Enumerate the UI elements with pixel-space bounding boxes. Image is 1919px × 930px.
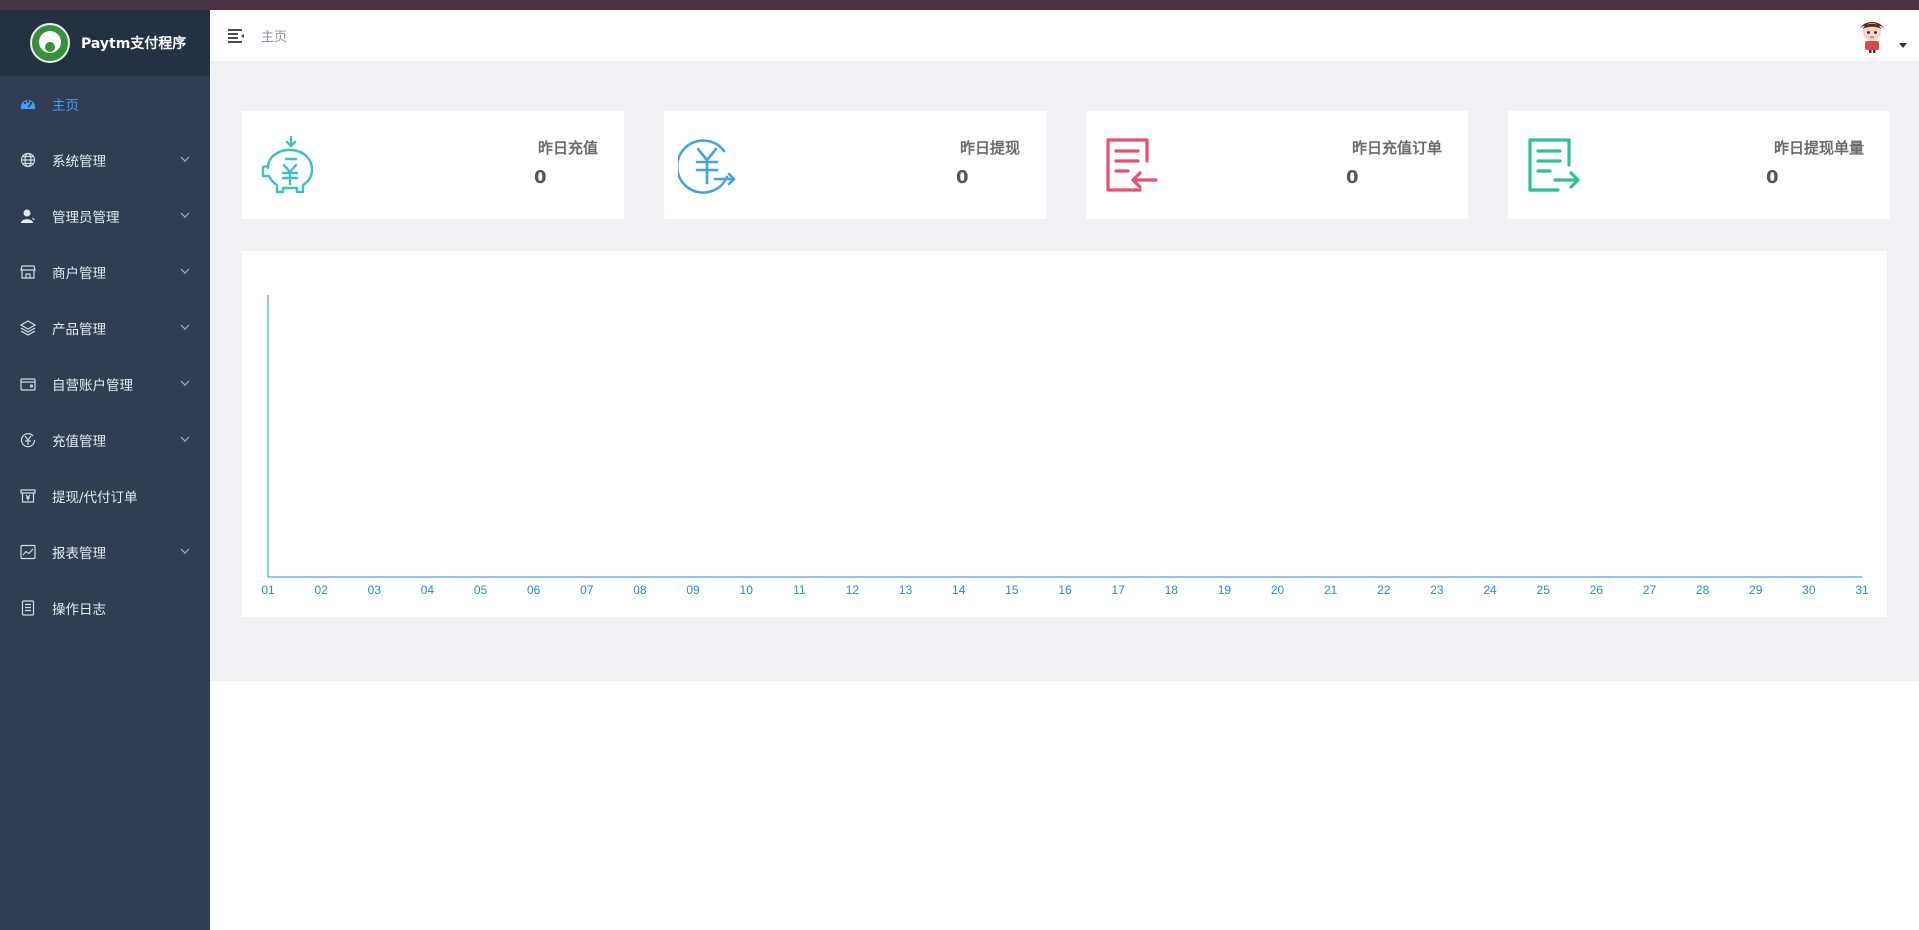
dashboard-icon	[20, 96, 36, 112]
order-in-icon	[1100, 135, 1160, 195]
x-tick-label: 26	[1590, 583, 1604, 597]
sidebar-item-recharge[interactable]: 充值管理	[0, 412, 210, 468]
stat-value: 0	[534, 167, 547, 188]
x-tick-label: 17	[1111, 583, 1125, 597]
sidebar: Paytm支付程序 主页 系统管理 管理员管理 商户管理 产品管理 自营账户管理…	[0, 10, 210, 930]
sidebar-item-label: 管理员管理	[52, 210, 120, 226]
x-tick-label: 11	[793, 583, 806, 597]
x-tick-label: 20	[1271, 583, 1285, 597]
stat-card-yesterday-withdraw-count: 昨日提现单量 0	[1508, 111, 1890, 219]
breadcrumb[interactable]: 主页	[261, 26, 287, 45]
sidebar-item-self-accounts[interactable]: 自营账户管理	[0, 356, 210, 412]
x-tick-label: 19	[1218, 583, 1232, 597]
caret-down-icon[interactable]	[1899, 43, 1907, 49]
stat-value: 0	[956, 167, 969, 188]
x-tick-label: 12	[846, 583, 860, 597]
chevron-down-icon	[180, 324, 190, 330]
stat-card-yesterday-recharge: 昨日充值 0	[242, 111, 624, 219]
x-tick-label: 10	[740, 583, 754, 597]
log-icon	[20, 600, 36, 616]
chart-canvas: 01 02 03 04 05 06 07 08 09 10 11 12 13 14 15 16 17 18 19 20…	[261, 295, 1869, 597]
x-tick-label: 27	[1643, 583, 1657, 597]
sidebar-item-label: 提现/代付订单	[52, 490, 138, 506]
x-tick-label: 28	[1696, 583, 1710, 597]
x-tick-label: 30	[1802, 583, 1816, 597]
store-icon	[20, 264, 36, 280]
sidebar-item-label: 充值管理	[52, 434, 106, 450]
layers-icon	[20, 320, 36, 336]
x-tick-label: 23	[1430, 583, 1444, 597]
paytm-logo-icon	[30, 23, 70, 63]
sidebar-item-home[interactable]: 主页	[0, 76, 210, 132]
user-avatar-icon[interactable]	[1855, 17, 1889, 53]
order-out-icon	[1522, 135, 1582, 195]
x-tick-label: 06	[527, 583, 541, 597]
top-header: 主页	[210, 10, 1919, 61]
x-tick-label: 21	[1324, 583, 1338, 597]
sidebar-item-label: 商户管理	[52, 266, 106, 282]
sidebar-item-label: 报表管理	[52, 546, 106, 562]
chevron-down-icon	[180, 548, 190, 554]
window-top-strip	[0, 0, 1919, 10]
sidebar-item-label: 自营账户管理	[52, 378, 133, 394]
chevron-down-icon	[180, 156, 190, 162]
main-content: 昨日充值 0 昨日提现 0 昨日充值订单 0 昨日提现单量 0 01 02 03…	[210, 61, 1919, 681]
stat-title: 昨日充值订单	[1351, 139, 1442, 157]
chart-icon	[20, 544, 36, 560]
x-tick-label: 16	[1058, 583, 1072, 597]
sidebar-item-admins[interactable]: 管理员管理	[0, 188, 210, 244]
brand[interactable]: Paytm支付程序	[0, 10, 210, 76]
x-tick-label: 18	[1165, 583, 1179, 597]
piggy-bank-icon	[256, 135, 316, 195]
x-tick-label: 01	[261, 583, 275, 597]
x-tick-label: 02	[314, 583, 328, 597]
x-tick-label: 08	[633, 583, 647, 597]
admin-user-icon	[20, 208, 36, 224]
x-tick-label: 29	[1749, 583, 1763, 597]
x-tick-label: 07	[580, 583, 594, 597]
x-tick-label: 14	[952, 583, 966, 597]
x-tick-label: 13	[899, 583, 913, 597]
stat-value: 0	[1766, 167, 1779, 188]
sidebar-item-label: 主页	[52, 98, 79, 114]
stat-value: 0	[1346, 167, 1359, 188]
x-tick-label: 09	[686, 583, 700, 597]
menu-fold-icon[interactable]	[227, 28, 245, 44]
sidebar-item-label: 产品管理	[52, 322, 106, 338]
app-title: Paytm支付程序	[81, 36, 187, 52]
stat-title: 昨日提现	[959, 139, 1020, 157]
x-tick-label: 05	[474, 583, 488, 597]
wallet-icon	[20, 376, 36, 392]
chevron-down-icon	[180, 380, 190, 386]
sidebar-item-label: 操作日志	[52, 602, 106, 618]
x-tick-label: 15	[1005, 583, 1019, 597]
x-tick-label: 22	[1377, 583, 1391, 597]
sidebar-menu: 主页 系统管理 管理员管理 商户管理 产品管理 自营账户管理 充值管理 提现/代…	[0, 76, 210, 636]
x-tick-label: 25	[1537, 583, 1551, 597]
sidebar-item-label: 系统管理	[52, 154, 106, 170]
chevron-down-icon	[180, 212, 190, 218]
stat-card-yesterday-withdraw: 昨日提现 0	[664, 111, 1046, 219]
stat-title: 昨日充值	[537, 139, 598, 157]
x-tick-label: 24	[1483, 583, 1497, 597]
sidebar-item-operation-log[interactable]: 操作日志	[0, 580, 210, 636]
sidebar-item-products[interactable]: 产品管理	[0, 300, 210, 356]
sidebar-item-withdraw-orders[interactable]: 提现/代付订单	[0, 468, 210, 524]
sidebar-item-reports[interactable]: 报表管理	[0, 524, 210, 580]
yen-exchange-icon	[675, 135, 738, 195]
chevron-down-icon	[180, 436, 190, 442]
sidebar-item-system[interactable]: 系统管理	[0, 132, 210, 188]
chevron-down-icon	[180, 268, 190, 274]
receipt-icon	[20, 488, 36, 504]
stat-card-yesterday-recharge-orders: 昨日充值订单 0	[1086, 111, 1468, 219]
x-tick-label: 04	[421, 583, 435, 597]
yen-coin-icon	[20, 432, 36, 448]
daily-chart: 01 02 03 04 05 06 07 08 09 10 11 12 13 14 15 16 17 18 19 20…	[242, 251, 1887, 617]
sidebar-item-merchants[interactable]: 商户管理	[0, 244, 210, 300]
stat-title: 昨日提现单量	[1773, 139, 1864, 157]
x-tick-label: 31	[1855, 583, 1869, 597]
globe-icon	[20, 152, 36, 168]
x-tick-label: 03	[368, 583, 382, 597]
